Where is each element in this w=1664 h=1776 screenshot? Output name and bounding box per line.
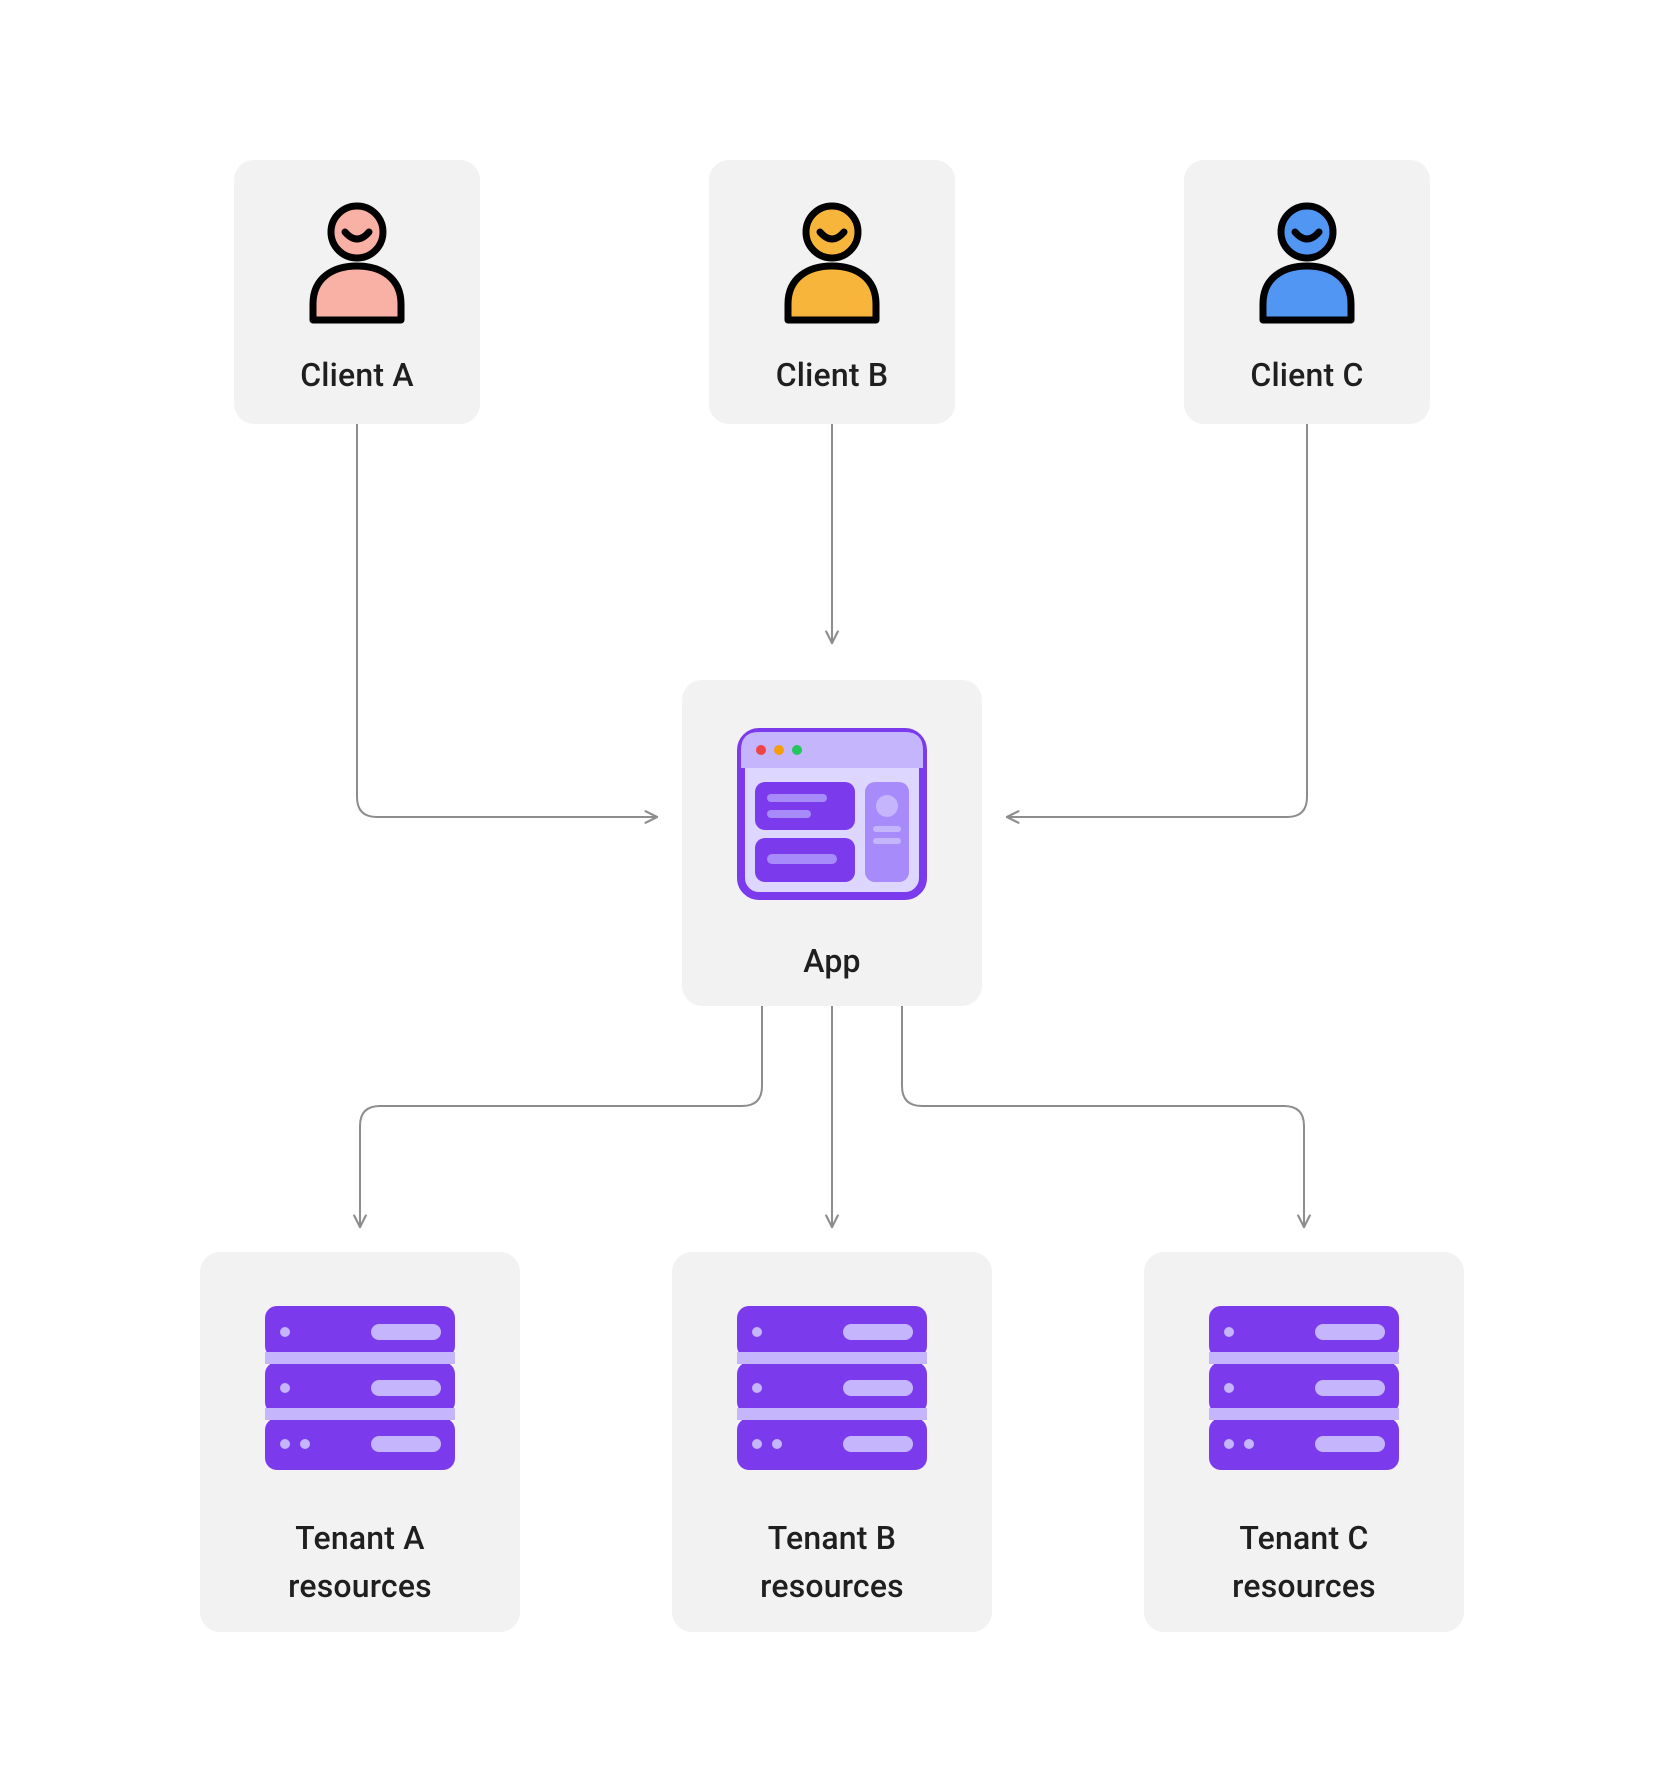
client-a-card: Client A (234, 160, 480, 424)
app-window-icon (737, 728, 927, 904)
app-label: App (803, 942, 861, 980)
tenant-c-label: Tenant Cresources (1232, 1514, 1376, 1610)
app-card: App (682, 680, 982, 1006)
client-b-label: Client B (776, 356, 889, 394)
tenant-a-label: Tenant Aresources (288, 1514, 432, 1610)
tenant-b-label: Tenant Bresources (760, 1514, 904, 1610)
user-icon (1247, 196, 1367, 328)
tenant-a-card: Tenant Aresources (200, 1252, 520, 1632)
user-icon (772, 196, 892, 328)
client-c-label: Client C (1250, 356, 1363, 394)
client-a-label: Client A (300, 356, 414, 394)
user-icon (297, 196, 417, 328)
server-icon (733, 1302, 931, 1478)
tenant-b-card: Tenant Bresources (672, 1252, 992, 1632)
diagram-canvas: Client A Client B Client C (0, 0, 1664, 1776)
server-icon (1205, 1302, 1403, 1478)
tenant-c-card: Tenant Cresources (1144, 1252, 1464, 1632)
server-icon (261, 1302, 459, 1478)
client-b-card: Client B (709, 160, 955, 424)
client-c-card: Client C (1184, 160, 1430, 424)
